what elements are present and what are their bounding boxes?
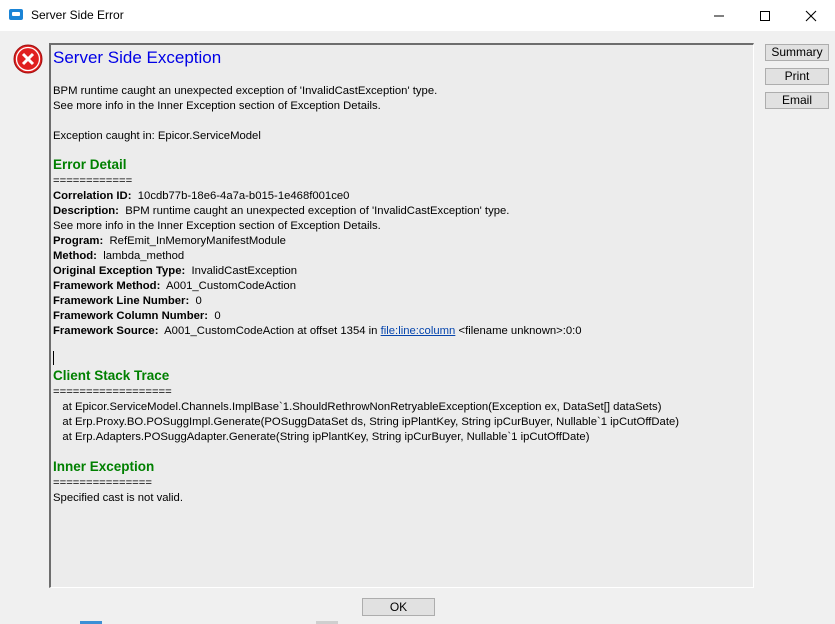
detail-label: Program: <box>53 235 104 247</box>
section-rule: =============== <box>53 477 152 489</box>
detail-label: Description: <box>53 205 119 217</box>
detail-row: Framework Method: A001_CustomCodeAction <box>53 279 296 293</box>
stack-trace-line: at Erp.Adapters.POSuggAdapter.Generate(S… <box>53 431 590 443</box>
detail-value: 10cdb77b-18e6-4a7a-b015-1e468f001ce0 <box>137 190 350 202</box>
detail-value: 0 <box>195 295 202 307</box>
ok-button[interactable]: OK <box>362 598 435 616</box>
error-icon <box>13 44 43 74</box>
detail-label: Framework Method: <box>53 280 161 292</box>
detail-row: Method: lambda_method <box>53 249 184 263</box>
detail-row: Correlation ID: 10cdb77b-18e6-4a7a-b015-… <box>53 189 349 203</box>
detail-label: Method: <box>53 250 97 262</box>
detail-row: Framework Line Number: 0 <box>53 294 202 308</box>
close-icon <box>805 10 817 21</box>
client-stack-trace-heading: Client Stack Trace <box>53 368 170 383</box>
detail-row: Program: RefEmit_InMemoryManifestModule <box>53 234 286 248</box>
detail-value: lambda_method <box>103 250 185 262</box>
detail-value: BPM runtime caught an unexpected excepti… <box>125 205 510 217</box>
summary-button[interactable]: Summary <box>765 44 829 61</box>
detail-row: See more info in the Inner Exception sec… <box>53 219 381 233</box>
detail-label: Original Exception Type: <box>53 265 186 277</box>
section-rule: ================== <box>53 386 172 398</box>
detail-value: <filename unknown>:0:0 <box>458 325 582 337</box>
detail-label: Framework Column Number: <box>53 310 209 322</box>
stack-trace-line: at Erp.Proxy.BO.POSuggImpl.Generate(POSu… <box>53 416 680 428</box>
detail-value: A001_CustomCodeAction <box>166 280 296 292</box>
minimize-icon <box>714 15 724 16</box>
inner-exception-heading: Inner Exception <box>53 459 155 474</box>
detail-value: A001_CustomCodeAction at offset 1354 in <box>164 325 378 337</box>
detail-label: Framework Line Number: <box>53 295 190 307</box>
close-button[interactable] <box>788 0 834 31</box>
detail-row: Framework Column Number: 0 <box>53 309 221 323</box>
inner-exception-text: Specified cast is not valid. <box>53 492 183 504</box>
text-caret <box>53 351 54 365</box>
detail-row: Original Exception Type: InvalidCastExce… <box>53 264 297 278</box>
source-link[interactable]: file:line:column <box>381 325 456 337</box>
message-line: BPM runtime caught an unexpected excepti… <box>53 85 438 97</box>
detail-row: Framework Source: A001_CustomCodeAction … <box>53 324 582 338</box>
app-icon <box>9 9 23 20</box>
detail-label: Correlation ID: <box>53 190 132 202</box>
detail-value: See more info in the Inner Exception sec… <box>53 220 381 232</box>
minimize-button[interactable] <box>696 0 742 31</box>
stack-trace-line: at Epicor.ServiceModel.Channels.ImplBase… <box>53 401 662 413</box>
exception-details-pane[interactable]: Server Side Exception BPM runtime caught… <box>49 43 754 588</box>
section-rule: ============ <box>53 175 133 187</box>
maximize-button[interactable] <box>742 0 788 31</box>
email-button[interactable]: Email <box>765 92 829 109</box>
message-line: See more info in the Inner Exception sec… <box>53 100 381 112</box>
print-button[interactable]: Print <box>765 68 829 85</box>
exception-heading: Server Side Exception <box>53 48 222 67</box>
maximize-icon <box>760 10 770 21</box>
title-bar: Server Side Error <box>0 0 835 31</box>
detail-value: 0 <box>214 310 221 322</box>
detail-value: RefEmit_InMemoryManifestModule <box>109 235 286 247</box>
window-title: Server Side Error <box>31 8 124 22</box>
error-detail-heading: Error Detail <box>53 157 127 172</box>
caught-in-text: Exception caught in: Epicor.ServiceModel <box>53 130 261 142</box>
detail-row: Description: BPM runtime caught an unexp… <box>53 204 509 218</box>
detail-value: InvalidCastException <box>191 265 298 277</box>
detail-label: Framework Source: <box>53 325 159 337</box>
